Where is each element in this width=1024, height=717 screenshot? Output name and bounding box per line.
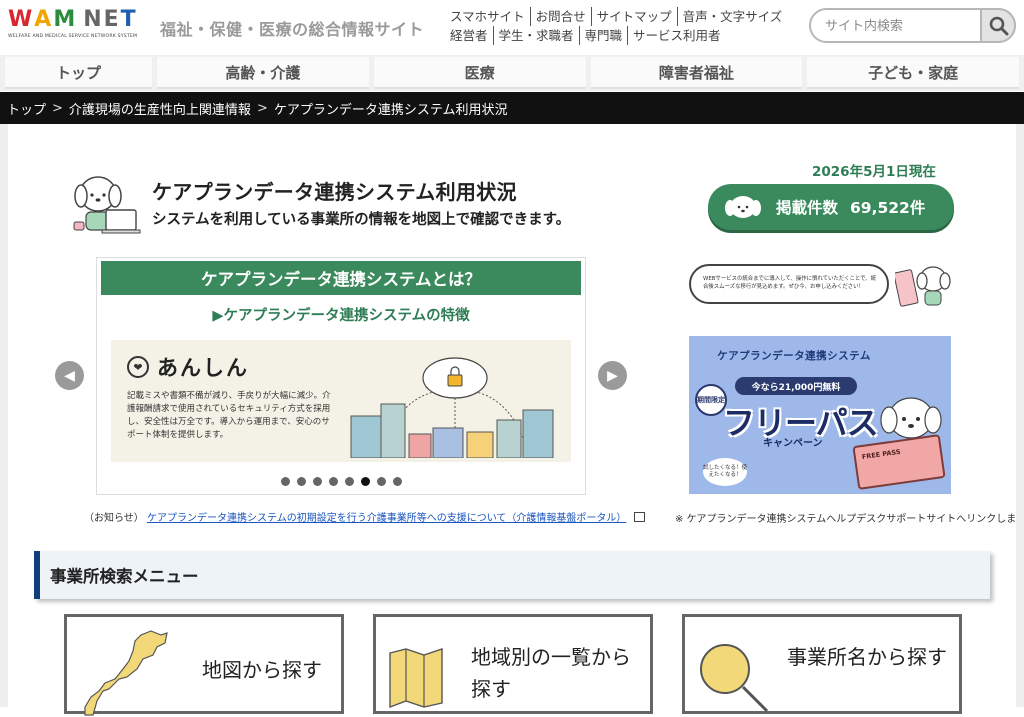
- listing-count-badge: 掲載件数 69,522件: [708, 184, 954, 230]
- link-service-users[interactable]: サービス利用者: [627, 26, 726, 45]
- nav-tab-disability-welfare[interactable]: 障害者福祉: [590, 57, 803, 89]
- link-professionals[interactable]: 専門職: [578, 26, 628, 45]
- notice-link[interactable]: ケアプランデータ連携システムの初期設定を行う介護事業所等への支援について（介護情…: [147, 513, 626, 524]
- external-link-icon: [633, 512, 645, 522]
- link-contact[interactable]: お問合せ: [529, 7, 591, 26]
- card-label: 地域別の一覧から探す: [471, 645, 631, 701]
- carousel-next-button[interactable]: ▶: [598, 361, 627, 390]
- chevron-left-icon: ◀: [64, 367, 75, 384]
- site-header: WAMNET WELFARE AND MEDICAL SERVICE NETWO…: [0, 0, 1024, 52]
- carousel-slide-header: ケアプランデータ連携システムとは？: [101, 261, 581, 295]
- site-search: [809, 8, 1016, 43]
- point-heading: ❤ あんしん: [127, 352, 249, 382]
- campaign-subtitle: キャンペーン: [763, 438, 823, 449]
- search-by-map-card[interactable]: 地図から探す: [64, 614, 344, 716]
- listing-count-value: 69,522件: [850, 199, 926, 217]
- carousel-dot[interactable]: [296, 477, 306, 486]
- nav-tab-children-family[interactable]: 子ども・家庭: [807, 57, 1019, 89]
- migration-banner-text: WEBサービスの統合までに導入して、操作に慣れていただくことで、統合後スムーズな…: [689, 264, 889, 304]
- main-content: ケアプランデータ連携システム利用状況 システムを利用している事業所の情報を地図上…: [0, 124, 1024, 716]
- as-of-date: 2026年5月1日現在: [812, 164, 936, 180]
- campaign-system-name: ケアプランデータ連携システム: [717, 350, 871, 362]
- utility-links: スマホサイト お問合せ サイトマップ 音声・文字サイズ 経営者 学生・求職者 専…: [448, 7, 787, 45]
- link-managers[interactable]: 経営者: [448, 26, 493, 45]
- feature-carousel[interactable]: ケアプランデータ連携システムとは？ ▶ケアプランデータ連携システムの特徴 ❤ あ…: [96, 257, 586, 495]
- site-logo[interactable]: WAMNET WELFARE AND MEDICAL SERVICE NETWO…: [8, 9, 148, 45]
- dog-face-icon: [725, 196, 761, 218]
- carousel-feature-heading: ▶ケアプランデータ連携システムの特徴: [212, 308, 470, 324]
- breadcrumb-item-top[interactable]: トップ: [7, 99, 46, 118]
- link-sitemap[interactable]: サイトマップ: [590, 7, 677, 26]
- breadcrumb-separator: >: [52, 100, 63, 116]
- main-nav: トップ 高齢・介護 医療 障害者福祉 子ども・家庭: [0, 55, 1024, 91]
- migration-banner[interactable]: WEBサービスの統合までに導入して、操作に慣れていただくことで、統合後スムーズな…: [689, 259, 951, 311]
- listing-count-label: 掲載件数: [776, 199, 839, 217]
- nav-tab-top[interactable]: トップ: [5, 57, 152, 89]
- search-by-region-card[interactable]: 地域別の一覧から探す: [373, 614, 653, 714]
- search-icon: [989, 16, 1009, 36]
- point-title: あんしん: [157, 356, 249, 380]
- search-by-name-card[interactable]: 事業所名から探す: [682, 614, 962, 714]
- card-label: 事業所名から探す: [787, 645, 947, 669]
- page-subtitle: システムを利用している事業所の情報を地図上で確認できます。: [152, 212, 571, 228]
- logo-subtext: WELFARE AND MEDICAL SERVICE NETWORK SYST…: [8, 34, 138, 39]
- card-label: 地図から探す: [202, 658, 322, 682]
- breadcrumb-item-productivity[interactable]: 介護現場の生産性向上関連情報: [69, 99, 251, 118]
- carousel-dot-active[interactable]: [360, 477, 370, 486]
- carousel-indicators: [97, 477, 585, 486]
- dog-ticket-icon: [895, 266, 951, 307]
- notice: （お知らせ） ケアプランデータ連携システムの初期設定を行う介護事業所等への支援に…: [84, 509, 645, 524]
- dog-mascot-laptop-icon: [73, 176, 141, 234]
- search-input[interactable]: [825, 16, 975, 36]
- carousel-dot[interactable]: [376, 477, 386, 486]
- link-smartphone-site[interactable]: スマホサイト: [448, 7, 530, 26]
- heart-icon: ❤: [127, 356, 149, 378]
- carousel-dot[interactable]: [312, 477, 322, 486]
- campaign-bubble: 試したくなる！使えたくなる！: [703, 458, 747, 486]
- notice-prefix: （お知らせ）: [84, 513, 144, 524]
- breadcrumb: トップ > 介護現場の生産性向上関連情報 > ケアプランデータ連携システム利用状…: [0, 92, 1024, 124]
- carousel-slide-body: ❤ あんしん 記載ミスや書類不備が減り、手戻りが大幅に減少。介護報酬請求で使用さ…: [111, 340, 571, 462]
- search-button[interactable]: [980, 8, 1016, 43]
- japan-map-icon: [84, 630, 168, 716]
- helpdesk-note: ※ ケアプランデータ連携システムヘルプデスクサポートサイトへリンクします: [675, 514, 1024, 525]
- logo-wordmark: WAMNET: [8, 7, 137, 32]
- section-heading: 事業所検索メニュー: [34, 551, 990, 599]
- carousel-dot[interactable]: [392, 477, 402, 486]
- nav-tab-medical[interactable]: 医療: [373, 57, 586, 89]
- chevron-right-icon: ▶: [607, 367, 618, 384]
- carousel-prev-button[interactable]: ◀: [55, 361, 84, 390]
- point-description: 記載ミスや書類不備が減り、手戻りが大幅に減少。介護報酬請求で使用されているセキュ…: [127, 391, 331, 440]
- site-tagline: 福祉・保健・医療の総合情報サイト: [160, 20, 425, 39]
- campaign-offer: 今なら21,000円無料: [735, 377, 857, 395]
- breadcrumb-item-current: ケアプランデータ連携システム利用状況: [273, 102, 508, 118]
- nav-tab-elderly-care[interactable]: 高齢・介護: [157, 57, 369, 89]
- carousel-dot[interactable]: [328, 477, 338, 486]
- link-voice-text-size[interactable]: 音声・文字サイズ: [676, 7, 788, 26]
- secure-city-illustration: [350, 357, 554, 458]
- link-students-jobseekers[interactable]: 学生・求職者: [492, 26, 579, 45]
- page-title: ケアプランデータ連携システム利用状況: [152, 180, 517, 204]
- free-pass-campaign-banner[interactable]: ケアプランデータ連携システム 今なら21,000円無料 期間限定 フリーパス キ…: [689, 336, 951, 494]
- breadcrumb-separator: >: [256, 100, 268, 116]
- carousel-dot[interactable]: [280, 477, 290, 486]
- carousel-dot[interactable]: [344, 477, 354, 486]
- magnifier-icon: [700, 644, 769, 713]
- folded-map-icon: [389, 648, 443, 709]
